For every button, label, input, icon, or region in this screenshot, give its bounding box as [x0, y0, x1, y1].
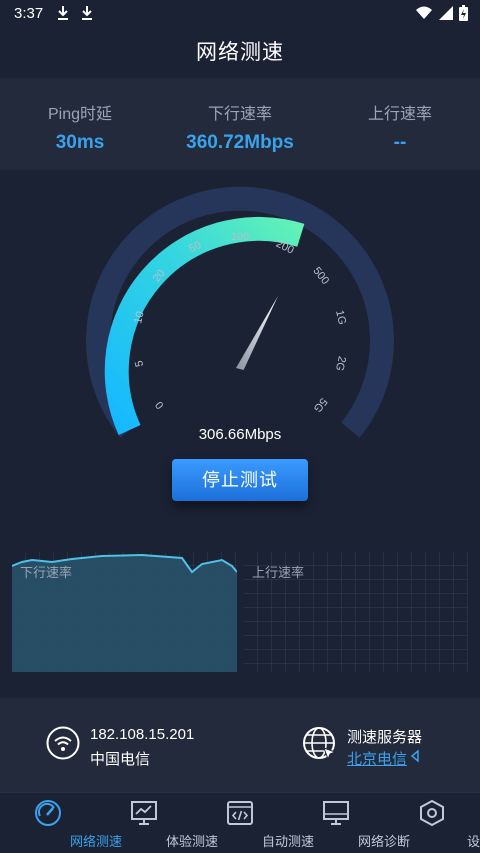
gauge-needle: [236, 296, 278, 370]
status-time: 3:37: [14, 5, 44, 22]
code-window-icon: [227, 801, 253, 825]
cell-signal-icon: [439, 6, 453, 20]
monitor-icon: [323, 801, 349, 825]
hexagon-settings-icon: [420, 799, 444, 827]
wifi-signal-icon: [416, 6, 432, 19]
gauge-progress: [104, 216, 305, 435]
nav-label: 设置: [466, 834, 480, 849]
current-speed: 306.66Mbps: [198, 426, 282, 443]
nav-speed-test[interactable]: 网络测速: [0, 793, 122, 853]
status-bar: 3:37: [0, 0, 480, 28]
gauge-scale-label: 500: [310, 265, 331, 287]
upload-metric: 上行速率 --: [320, 100, 480, 154]
nav-settings[interactable]: 设置: [384, 793, 480, 853]
gauge-scale-label: 2G: [333, 355, 348, 372]
ping-label: Ping时延: [47, 106, 113, 123]
nav-auto-test[interactable]: 自动测速: [192, 793, 314, 853]
download-graph: 下行速率: [12, 552, 237, 672]
nav-network-diagnosis[interactable]: 网络诊断: [288, 793, 410, 853]
download-icon: [82, 6, 92, 20]
server-name-link[interactable]: 北京电信: [347, 748, 407, 769]
upload-label: 上行速率: [367, 106, 432, 123]
metrics-panel: Ping时延 30ms 下行速率 360.72Mbps 上行速率 --: [0, 78, 480, 170]
isp-name: 中国电信: [90, 751, 151, 768]
ping-value: 30ms: [55, 132, 105, 153]
download-value: 360.72Mbps: [186, 132, 294, 153]
upload-graph-label: 上行速率: [252, 565, 305, 580]
upload-graph: 上行速率: [244, 552, 468, 672]
download-metric: 下行速率 360.72Mbps: [160, 100, 320, 154]
stop-test-button[interactable]: 停止测试: [172, 459, 308, 501]
download-label: 下行速率: [207, 106, 272, 123]
download-icon: [58, 6, 68, 20]
gauge-scale-label: 5G: [311, 395, 330, 414]
wifi-icon: [46, 726, 80, 760]
globe-icon: [303, 727, 337, 761]
upload-value: --: [393, 132, 407, 153]
gauge-scale-label: 5: [133, 359, 146, 368]
gauge-scale-label: 1G: [333, 309, 348, 326]
bottom-nav: 网络测速 体验测速 自动测速 网络诊断 设置: [0, 792, 480, 853]
monitor-chart-icon: [131, 801, 157, 825]
gauge-scale-label: 100: [231, 231, 249, 243]
ip-address: 182.108.15.201: [90, 726, 195, 743]
gauge-scale-label: 10: [132, 310, 146, 325]
server-title: 测速服务器: [347, 729, 423, 746]
ping-metric: Ping时延 30ms: [0, 100, 160, 154]
battery-icon: [459, 5, 468, 21]
network-info-panel: 182.108.15.201 中国电信 测速服务器 北京电信: [0, 698, 480, 792]
speedometer-icon: [35, 800, 61, 826]
download-graph-label: 下行速率: [20, 565, 73, 580]
page-title: 网络测速: [196, 41, 284, 64]
caret-left-icon[interactable]: [410, 750, 420, 762]
nav-experience-test[interactable]: 体验测速: [96, 793, 218, 853]
gauge-scale-label: 0: [153, 399, 166, 411]
speed-gauge: 051020501002005001G2G5G: [86, 186, 394, 438]
title-bar: 网络测速: [0, 28, 480, 78]
